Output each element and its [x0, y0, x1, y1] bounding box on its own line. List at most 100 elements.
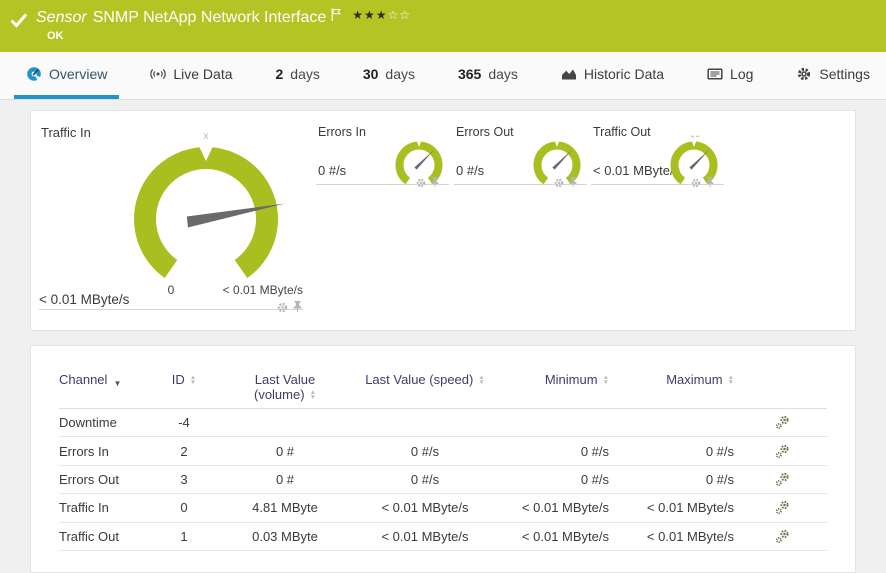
- channel-name: Errors Out: [59, 472, 151, 487]
- last-value-speed: 0 #/s: [353, 444, 497, 459]
- tab-2-days[interactable]: 2 days: [263, 52, 331, 99]
- gauge-actions: [691, 177, 714, 188]
- channel-name: Downtime: [59, 415, 151, 430]
- gauge-actions: [554, 177, 577, 188]
- gauge-icon: [26, 66, 42, 82]
- gauge-current-value: 0 #/s: [318, 163, 346, 178]
- tab-number: 2: [275, 66, 283, 82]
- tab-label: days: [488, 66, 518, 82]
- column-header-id[interactable]: ID ▲▼: [151, 372, 217, 388]
- table-row-traffic-in: Traffic In 0 4.81 MByte < 0.01 MByte/s <…: [59, 494, 827, 522]
- column-label: ID: [172, 372, 185, 388]
- sort-icon: ▲▼: [603, 375, 609, 385]
- gauge-marker: x: [204, 131, 209, 142]
- gear-icon: [796, 66, 812, 82]
- channel-id: -4: [151, 415, 217, 430]
- column-header-last-value-volume[interactable]: Last Value (volume)▲▼: [217, 372, 353, 402]
- gauge-settings-icon[interactable]: [691, 178, 701, 188]
- tab-365-days[interactable]: 365 days: [446, 52, 530, 99]
- channel-settings-button[interactable]: [738, 529, 827, 544]
- column-label: Last Value (speed): [365, 372, 473, 388]
- maximum-value: < 0.01 MByte/s: [613, 529, 738, 544]
- channel-name: Traffic In: [59, 500, 151, 515]
- channel-id: 0: [151, 500, 217, 515]
- tab-overview[interactable]: Overview: [14, 52, 119, 99]
- sort-icon: ▲▼: [478, 375, 484, 385]
- channel-name: Traffic Out: [59, 529, 151, 544]
- tab-label: Historic Data: [584, 66, 664, 82]
- sensor-type-prefix: Sensor: [36, 8, 87, 28]
- gauge-current-value: < 0.01 MByte/s: [593, 163, 680, 178]
- gauge-title: Errors Out: [456, 125, 514, 139]
- minimum-value: < 0.01 MByte/s: [497, 529, 613, 544]
- gauge-current-value: < 0.01 MByte/s: [39, 292, 129, 307]
- channel-id: 2: [151, 444, 217, 459]
- tab-settings[interactable]: Settings: [784, 52, 882, 99]
- log-icon: [707, 66, 723, 82]
- channel-settings-icon: [775, 529, 790, 544]
- sort-icon: ▲▼: [310, 390, 316, 400]
- channel-settings-button[interactable]: [738, 500, 827, 515]
- tab-label: Settings: [819, 66, 870, 82]
- gauge-current-value: 0 #/s: [456, 163, 484, 178]
- channel-settings-icon: [775, 472, 790, 487]
- channel-settings-icon: [775, 444, 790, 459]
- channel-id: 1: [151, 529, 217, 544]
- channel-settings-icon: [775, 500, 790, 515]
- channel-settings-button[interactable]: [738, 444, 827, 459]
- gauge-actions: [416, 177, 439, 188]
- last-value-speed: < 0.01 MByte/s: [353, 529, 497, 544]
- gauge-scale-min: 0: [151, 283, 191, 297]
- column-header-channel[interactable]: Channel ▼: [59, 372, 151, 392]
- live-data-icon: [150, 66, 166, 82]
- sort-desc-icon: ▼: [113, 376, 121, 392]
- maximum-value: 0 #/s: [613, 472, 738, 487]
- tab-bar: Overview Live Data 2 days 30 days 365 da…: [0, 52, 886, 100]
- stars-filled: ★★★: [352, 8, 387, 22]
- column-header-maximum[interactable]: Maximum ▲▼: [613, 372, 738, 388]
- column-label: Channel: [59, 372, 107, 388]
- tab-historic-data[interactable]: Historic Data: [549, 52, 676, 99]
- pin-icon[interactable]: [431, 177, 439, 188]
- tab-number: 365: [458, 66, 481, 82]
- stars-empty: ☆☆: [388, 8, 412, 22]
- channel-table-panel: Channel ▼ ID ▲▼ Last Value (volume)▲▼ La…: [30, 345, 856, 573]
- tab-log[interactable]: Log: [695, 52, 765, 99]
- channel-settings-button[interactable]: [738, 415, 827, 430]
- tab-label: Live Data: [173, 66, 232, 82]
- channel-settings-button[interactable]: [738, 472, 827, 487]
- column-label: Last Value (volume)▲▼: [254, 372, 316, 402]
- last-value-volume: 0.03 MByte: [217, 529, 353, 544]
- last-value-volume: 0 #: [217, 472, 353, 487]
- column-header-minimum[interactable]: Minimum ▲▼: [497, 372, 613, 388]
- pin-icon[interactable]: [569, 177, 577, 188]
- priority-stars[interactable]: ★★★☆☆: [352, 8, 411, 22]
- minimum-value: 0 #/s: [497, 472, 613, 487]
- divider: [39, 309, 303, 310]
- channel-settings-icon: [775, 415, 790, 430]
- minimum-value: 0 #/s: [497, 444, 613, 459]
- gauge-settings-icon[interactable]: [416, 178, 426, 188]
- maximum-value: 0 #/s: [613, 444, 738, 459]
- sensor-status-bar: Sensor SNMP NetApp Network Interface ★★★…: [0, 0, 886, 52]
- last-value-speed: 0 #/s: [353, 472, 497, 487]
- gauge-settings-icon[interactable]: [554, 178, 564, 188]
- gauge-scale-max: < 0.01 MByte/s: [211, 283, 303, 297]
- minimum-value: < 0.01 MByte/s: [497, 500, 613, 515]
- flag-icon[interactable]: [331, 8, 342, 22]
- tab-number: 30: [363, 66, 379, 82]
- column-label: Minimum: [545, 372, 598, 388]
- chart-icon: [561, 66, 577, 82]
- column-header-last-value-speed[interactable]: Last Value (speed) ▲▼: [353, 372, 497, 388]
- last-value-speed: < 0.01 MByte/s: [353, 500, 497, 515]
- gauge-actions: [277, 301, 302, 313]
- pin-icon[interactable]: [293, 301, 302, 313]
- table-header-row: Channel ▼ ID ▲▼ Last Value (volume)▲▼ La…: [59, 364, 827, 409]
- gauge-settings-icon[interactable]: [277, 302, 288, 313]
- gauge-title: Traffic Out: [593, 125, 651, 139]
- tab-label: days: [290, 66, 320, 82]
- pin-icon[interactable]: [706, 177, 714, 188]
- tab-30-days[interactable]: 30 days: [351, 52, 427, 99]
- status-badge: OK: [47, 30, 64, 42]
- tab-live-data[interactable]: Live Data: [138, 52, 244, 99]
